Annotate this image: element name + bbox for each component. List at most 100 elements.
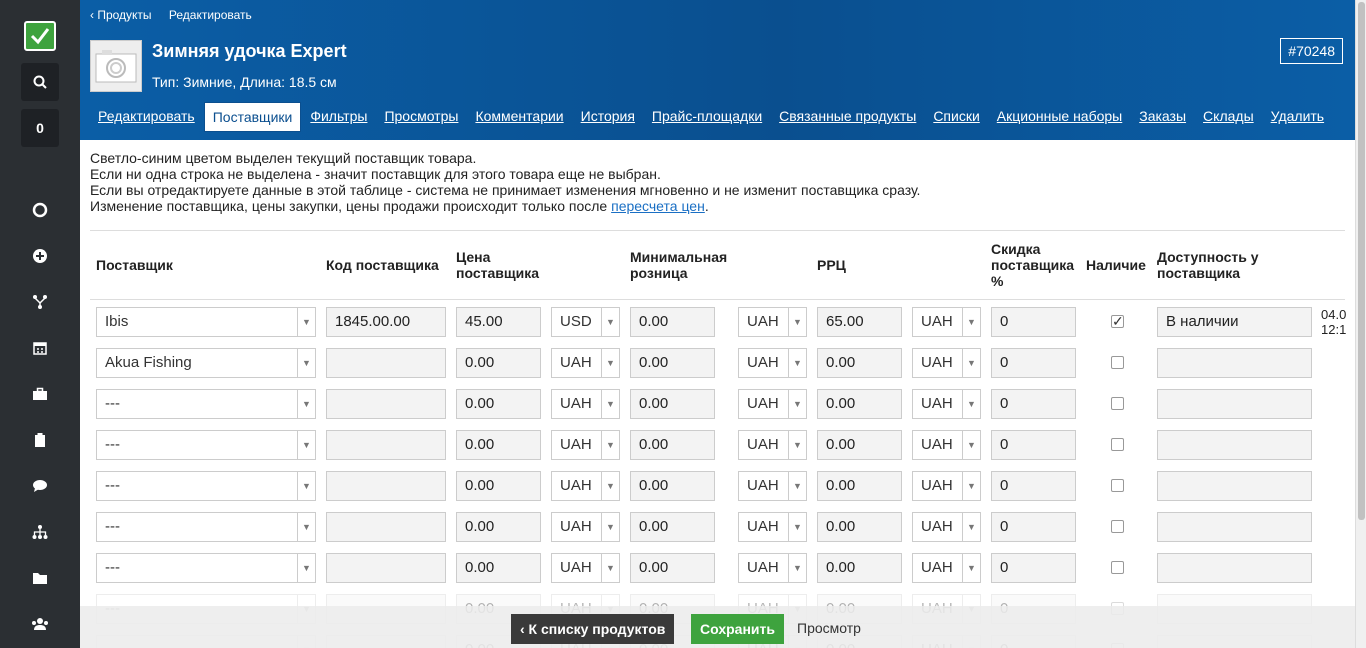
tab-edit[interactable]: Редактировать — [90, 102, 203, 132]
min-retail-input[interactable]: 0.00 — [630, 348, 715, 378]
min-retail-currency-select[interactable]: UAH ▼ — [738, 471, 807, 501]
tab-views[interactable]: Просмотры — [376, 102, 466, 132]
stock-checkbox[interactable] — [1111, 479, 1124, 492]
price-currency-select[interactable]: UAH ▼ — [551, 430, 620, 460]
rrp-input[interactable]: 0.00 — [817, 348, 902, 378]
discount-input[interactable]: 0 — [991, 307, 1076, 337]
supplier-price-input[interactable]: 0.00 — [456, 553, 541, 583]
supplier-select[interactable]: Akua Fishing ▼ — [96, 348, 316, 378]
users-icon[interactable] — [28, 612, 52, 636]
discount-input[interactable]: 0 — [991, 348, 1076, 378]
supplier-code-input[interactable]: 1845.00.00 — [326, 307, 446, 337]
min-retail-input[interactable]: 0.00 — [630, 512, 715, 542]
logo-check-icon[interactable] — [24, 21, 56, 51]
min-retail-currency-select[interactable]: UAH ▼ — [738, 430, 807, 460]
supplier-price-input[interactable]: 0.00 — [456, 430, 541, 460]
min-retail-currency-select[interactable]: UAH ▼ — [738, 307, 807, 337]
stock-checkbox[interactable]: ✓ — [1111, 314, 1124, 328]
tab-filters[interactable]: Фильтры — [302, 102, 375, 132]
rrp-currency-select[interactable]: UAH ▼ — [912, 471, 981, 501]
calendar-icon[interactable] — [28, 336, 52, 360]
discount-input[interactable]: 0 — [991, 553, 1076, 583]
supplier-code-input[interactable] — [326, 471, 446, 501]
tab-history[interactable]: История — [573, 102, 643, 132]
supplier-price-input[interactable]: 0.00 — [456, 471, 541, 501]
scrollbar-thumb[interactable] — [1358, 2, 1365, 520]
supplier-price-input[interactable]: 0.00 — [456, 389, 541, 419]
supplier-select[interactable]: --- ▼ — [96, 389, 316, 419]
price-currency-select[interactable]: USD ▼ — [551, 307, 620, 337]
min-retail-currency-select[interactable]: UAH ▼ — [738, 553, 807, 583]
rrp-currency-select[interactable]: UAH ▼ — [912, 553, 981, 583]
search-button[interactable] — [21, 63, 59, 101]
supplier-select[interactable]: --- ▼ — [96, 512, 316, 542]
supplier-code-input[interactable] — [326, 389, 446, 419]
discount-input[interactable]: 0 — [991, 471, 1076, 501]
price-currency-select[interactable]: UAH ▼ — [551, 389, 620, 419]
min-retail-currency-select[interactable]: UAH ▼ — [738, 512, 807, 542]
availability-input[interactable] — [1157, 430, 1312, 460]
supplier-select[interactable]: --- ▼ — [96, 430, 316, 460]
rrp-input[interactable]: 0.00 — [817, 553, 902, 583]
stock-checkbox[interactable] — [1111, 561, 1124, 574]
supplier-price-input[interactable]: 45.00 — [456, 307, 541, 337]
save-button[interactable]: Сохранить — [691, 614, 784, 644]
tab-promo-sets[interactable]: Акционные наборы — [989, 102, 1130, 132]
preview-link[interactable]: Просмотр — [797, 620, 861, 636]
tab-related-products[interactable]: Связанные продукты — [771, 102, 924, 132]
tab-suppliers[interactable]: Поставщики — [203, 102, 302, 132]
supplier-code-input[interactable] — [326, 553, 446, 583]
tab-price-platforms[interactable]: Прайс-площадки — [644, 102, 770, 132]
clipboard-icon[interactable] — [28, 428, 52, 452]
price-currency-select[interactable]: UAH ▼ — [551, 512, 620, 542]
min-retail-input[interactable]: 0.00 — [630, 307, 715, 337]
breadcrumb-products[interactable]: ‹ Продукты — [90, 8, 152, 22]
tab-delete[interactable]: Удалить — [1263, 102, 1332, 132]
discount-input[interactable]: 0 — [991, 512, 1076, 542]
availability-input[interactable] — [1157, 512, 1312, 542]
fork-icon[interactable] — [28, 290, 52, 314]
discount-input[interactable]: 0 — [991, 430, 1076, 460]
supplier-code-input[interactable] — [326, 512, 446, 542]
rrp-input[interactable]: 0.00 — [817, 471, 902, 501]
rrp-currency-select[interactable]: UAH ▼ — [912, 348, 981, 378]
stock-checkbox[interactable] — [1111, 356, 1124, 369]
availability-input[interactable] — [1157, 471, 1312, 501]
availability-input[interactable] — [1157, 553, 1312, 583]
supplier-select[interactable]: Ibis ▼ — [96, 307, 316, 337]
supplier-select[interactable]: --- ▼ — [96, 553, 316, 583]
min-retail-currency-select[interactable]: UAH ▼ — [738, 389, 807, 419]
stock-checkbox[interactable] — [1111, 397, 1124, 410]
tab-warehouses[interactable]: Склады — [1195, 102, 1262, 132]
supplier-code-input[interactable] — [326, 430, 446, 460]
plus-circle-icon[interactable] — [28, 244, 52, 268]
min-retail-input[interactable]: 0.00 — [630, 471, 715, 501]
rrp-currency-select[interactable]: UAH ▼ — [912, 430, 981, 460]
folder-icon[interactable] — [28, 566, 52, 590]
availability-input[interactable]: В наличии — [1157, 307, 1312, 337]
price-currency-select[interactable]: UAH ▼ — [551, 553, 620, 583]
supplier-price-input[interactable]: 0.00 — [456, 512, 541, 542]
rrp-input[interactable]: 0.00 — [817, 512, 902, 542]
tab-lists[interactable]: Списки — [925, 102, 987, 132]
min-retail-input[interactable]: 0.00 — [630, 553, 715, 583]
sitemap-icon[interactable] — [28, 520, 52, 544]
product-thumbnail[interactable] — [90, 40, 142, 92]
lifebuoy-icon[interactable] — [28, 198, 52, 222]
rrp-input[interactable]: 0.00 — [817, 430, 902, 460]
briefcase-icon[interactable] — [28, 382, 52, 406]
supplier-select[interactable]: --- ▼ — [96, 471, 316, 501]
vertical-scrollbar[interactable] — [1355, 0, 1366, 648]
min-retail-input[interactable]: 0.00 — [630, 430, 715, 460]
tab-orders[interactable]: Заказы — [1131, 102, 1194, 132]
rrp-input[interactable]: 65.00 — [817, 307, 902, 337]
tab-comments[interactable]: Комментарии — [467, 102, 571, 132]
min-retail-input[interactable]: 0.00 — [630, 389, 715, 419]
availability-input[interactable] — [1157, 389, 1312, 419]
rrp-currency-select[interactable]: UAH ▼ — [912, 307, 981, 337]
price-currency-select[interactable]: UAH ▼ — [551, 348, 620, 378]
back-to-products-button[interactable]: ‹ К списку продуктов — [511, 614, 675, 644]
stock-checkbox[interactable] — [1111, 438, 1124, 451]
chat-icon[interactable] — [28, 474, 52, 498]
supplier-code-input[interactable] — [326, 348, 446, 378]
